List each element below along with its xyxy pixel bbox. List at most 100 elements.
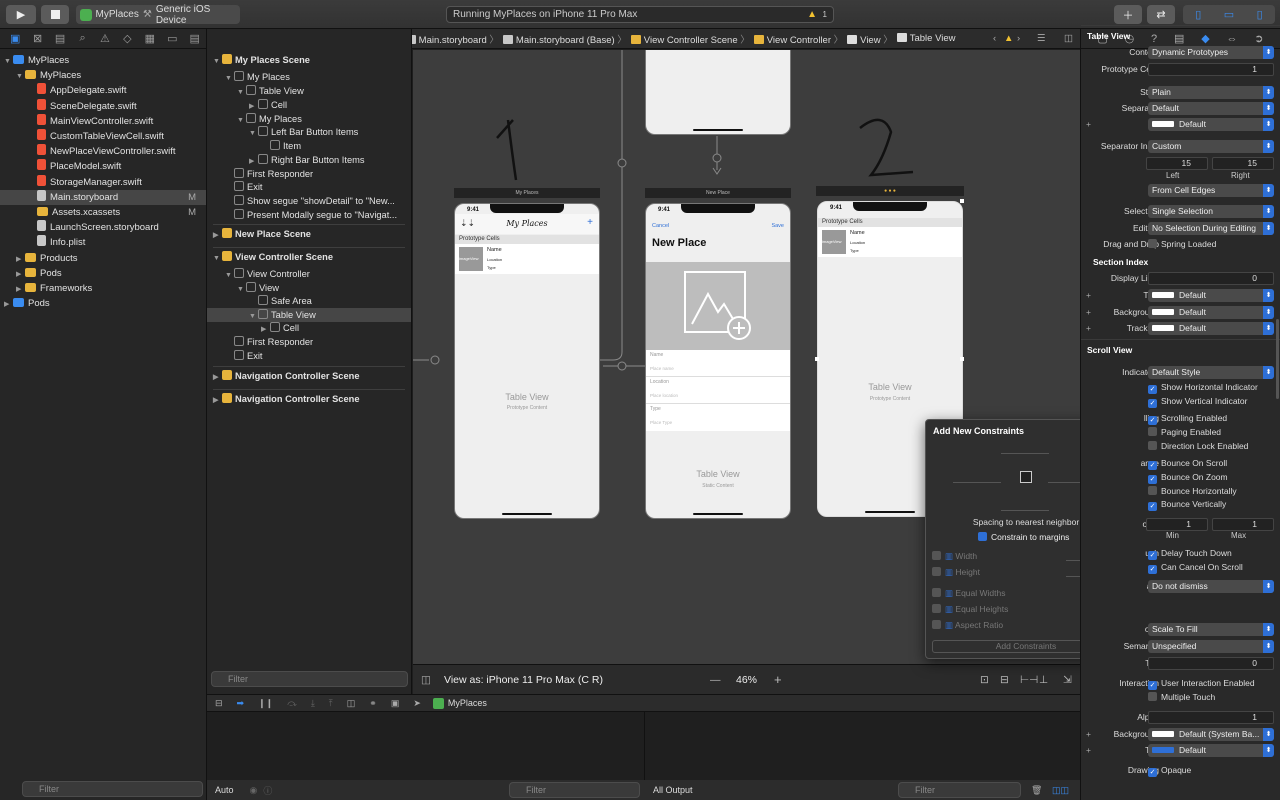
split-editor-icon[interactable]: ◫ xyxy=(1064,33,1073,44)
save-button[interactable]: Save xyxy=(771,223,784,229)
tag-field[interactable]: 0 xyxy=(1148,657,1274,670)
console-filter[interactable]: Filter xyxy=(898,782,1021,798)
debug-target[interactable]: MyPlaces xyxy=(448,698,487,708)
file-item[interactable]: PlaceModel.swift xyxy=(0,159,206,174)
show-horizontal-checkbox[interactable]: ✓ Show Horizontal Indicator xyxy=(1148,380,1258,395)
navigator-toggle-icon[interactable]: ▯ xyxy=(1183,8,1214,21)
file-item[interactable]: Main.storyboard M xyxy=(0,189,206,205)
disclosure-icon[interactable]: ▶ xyxy=(213,371,222,385)
tint-color[interactable]: Default xyxy=(1148,744,1274,757)
outline-item[interactable]: First Responder xyxy=(207,167,411,181)
outline-item[interactable]: Exit xyxy=(207,349,411,363)
file-item[interactable]: ▼ MyPlaces xyxy=(0,68,206,83)
disclosure-icon[interactable]: ▶ xyxy=(16,252,25,267)
file-item[interactable]: SceneDelegate.swift xyxy=(0,98,206,114)
scene1-header[interactable]: My Places xyxy=(454,188,600,198)
outline-item[interactable]: ▶ Navigation Controller Scene xyxy=(207,392,411,406)
run-button[interactable]: ▶ xyxy=(6,5,36,24)
constrain-margins-toggle[interactable]: Constrain to margins xyxy=(978,532,1069,542)
location-field[interactable]: Place location xyxy=(650,393,678,398)
prototype-cells-field[interactable]: 1 xyxy=(1148,63,1274,76)
outline-item[interactable]: ▼ My Places xyxy=(207,112,411,126)
symbol-icon[interactable]: ▤ xyxy=(49,32,71,45)
my-places-scene[interactable]: 9:41 ⇣⇣ My Places + Prototype Cells imag… xyxy=(454,203,600,519)
disclosure-icon[interactable]: ▶ xyxy=(213,394,222,408)
outline-item[interactable]: ▼ View Controller Scene xyxy=(207,250,411,264)
file-item[interactable]: StorageManager.swift xyxy=(0,174,206,190)
folder-icon[interactable]: ▣ xyxy=(4,32,26,45)
opaque-checkbox[interactable]: ✓ Opaque xyxy=(1148,763,1191,778)
hide-debug-icon[interactable]: ⊟ xyxy=(215,698,223,709)
indicators-select[interactable]: Default Style xyxy=(1148,366,1274,379)
bounce-vertical-checkbox[interactable]: ✓ Bounce Vertically xyxy=(1148,497,1226,512)
alpha-field[interactable]: 1 xyxy=(1148,711,1274,724)
step-in-icon[interactable]: ⤓ xyxy=(311,698,315,709)
scene2-header[interactable]: New Place xyxy=(645,188,791,198)
cancel-scroll-checkbox[interactable]: ✓ Can Cancel On Scroll xyxy=(1148,560,1243,575)
breadcrumb-item[interactable]: View 〉 xyxy=(847,32,893,46)
debug-toggle-icon[interactable]: ▭ xyxy=(1214,8,1245,21)
file-item[interactable]: LaunchScreen.storyboard xyxy=(0,220,206,235)
display-limit-field[interactable]: 0 xyxy=(1148,272,1274,285)
file-item[interactable]: Info.plist xyxy=(0,235,206,250)
scrolling-enabled-checkbox[interactable]: ✓ Scrolling Enabled xyxy=(1148,411,1227,426)
debug-icon[interactable]: ▦ xyxy=(139,32,161,45)
stop-button[interactable] xyxy=(41,5,69,24)
bounce-zoom-checkbox[interactable]: ✓ Bounce On Zoom xyxy=(1148,470,1228,485)
trash-icon[interactable]: 🗑 xyxy=(1031,785,1042,796)
paging-checkbox[interactable]: Paging Enabled xyxy=(1148,425,1221,440)
multiple-touch-checkbox[interactable]: Multiple Touch xyxy=(1148,690,1215,705)
disclosure-icon[interactable]: ▶ xyxy=(16,267,25,282)
outline-item[interactable]: ▼ View Controller xyxy=(207,267,411,281)
bounce-scroll-checkbox[interactable]: ✓ Bounce On Scroll xyxy=(1148,456,1227,471)
leading-spacing-field[interactable] xyxy=(953,471,1001,483)
show-vertical-checkbox[interactable]: ✓ Show Vertical Indicator xyxy=(1148,394,1247,409)
outline-item[interactable]: Safe Area xyxy=(207,294,411,308)
test-icon[interactable]: ◇ xyxy=(116,32,138,45)
user-interaction-checkbox[interactable]: ✓ User Interaction Enabled xyxy=(1148,676,1255,691)
split-console-icon[interactable]: ◫◫ xyxy=(1052,785,1069,796)
file-item[interactable]: ▶ Frameworks xyxy=(0,281,206,296)
outline-item[interactable]: First Responder xyxy=(207,335,411,349)
outline-item[interactable]: Item xyxy=(207,139,411,153)
device-config-button[interactable]: View as: iPhone 11 Pro Max (C R) xyxy=(444,674,603,686)
semantic-select[interactable]: Unspecified xyxy=(1148,640,1274,653)
cancel-button[interactable]: Cancel xyxy=(652,223,669,229)
info-icon[interactable]: ⓘ xyxy=(263,784,272,797)
view-background-color[interactable]: Default (System Ba... xyxy=(1148,728,1274,741)
output-select[interactable]: All Output xyxy=(653,785,693,795)
align-icon[interactable]: ⊢⊣ xyxy=(1020,674,1038,686)
inset-reference-select[interactable]: From Cell Edges xyxy=(1148,184,1274,197)
spring-loaded-checkbox[interactable]: Spring Loaded xyxy=(1148,237,1216,252)
bottom-spacing-field[interactable] xyxy=(1001,499,1049,511)
find-icon[interactable]: ⌕ xyxy=(71,32,93,45)
content-select[interactable]: Dynamic Prototypes xyxy=(1148,46,1274,59)
zoom-level[interactable]: 46% xyxy=(736,674,757,686)
next-issue-icon[interactable]: › xyxy=(1017,33,1020,44)
file-item[interactable]: NewPlaceViewController.swift xyxy=(0,144,206,159)
editing-select[interactable]: No Selection During Editing xyxy=(1148,222,1274,235)
disclosure-icon[interactable]: ▼ xyxy=(213,55,222,69)
file-item[interactable]: AppDelegate.swift xyxy=(0,83,206,98)
add-variation-icon[interactable]: + xyxy=(1086,727,1091,742)
source-control-icon[interactable]: ⊠ xyxy=(26,32,48,45)
add-variation-icon[interactable]: + xyxy=(1086,117,1091,132)
variables-filter[interactable]: Filter xyxy=(509,782,640,798)
zoom-in-button[interactable]: + xyxy=(774,672,782,687)
nav-controller-scene-bottom[interactable] xyxy=(645,50,791,135)
breakpoints-icon[interactable]: ➡ xyxy=(237,698,245,709)
file-item[interactable]: CustomTableViewCell.swift xyxy=(0,129,206,144)
step-over-icon[interactable]: ⤼ xyxy=(287,698,297,709)
add-constraints-icon[interactable]: ⊥ xyxy=(1039,674,1048,686)
add-variation-icon[interactable]: + xyxy=(1086,743,1091,758)
outline-item[interactable]: ▶ Cell xyxy=(207,321,411,335)
step-out-icon[interactable]: ⤒ xyxy=(329,698,333,709)
warning-icon[interactable]: ▲ xyxy=(807,7,817,22)
keyboard-select[interactable]: Do not dismiss xyxy=(1148,580,1274,593)
outline-item[interactable]: Show segue "showDetail" to "New... xyxy=(207,194,411,208)
embed-in-icon[interactable]: ⊟ xyxy=(1000,674,1009,686)
outline-item[interactable]: Exit xyxy=(207,180,411,194)
disclosure-icon[interactable]: ▶ xyxy=(16,282,25,297)
add-variation-icon[interactable]: + xyxy=(1086,305,1091,320)
separator-inset-select[interactable]: Custom xyxy=(1148,140,1274,153)
